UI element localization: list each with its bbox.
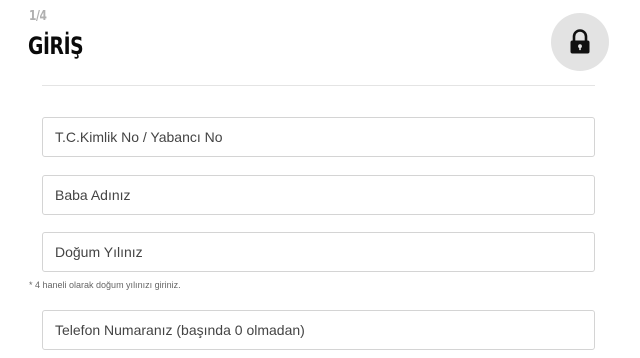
tc-kimlik-input[interactable] xyxy=(43,118,594,156)
phone-field[interactable] xyxy=(42,310,595,350)
lock-icon xyxy=(569,29,591,55)
tc-kimlik-field[interactable] xyxy=(42,117,595,157)
lock-button[interactable] xyxy=(551,13,609,71)
father-name-input[interactable] xyxy=(43,176,594,214)
header-divider xyxy=(42,85,595,86)
birth-year-hint: * 4 haneli olarak doğum yılınızı giriniz… xyxy=(29,280,181,290)
father-name-field[interactable] xyxy=(42,175,595,215)
birth-year-input[interactable] xyxy=(43,233,594,271)
phone-input[interactable] xyxy=(43,311,594,349)
page-title: GİRİŞ xyxy=(28,32,84,60)
birth-year-field[interactable] xyxy=(42,232,595,272)
step-indicator: 1/4 xyxy=(29,9,47,24)
